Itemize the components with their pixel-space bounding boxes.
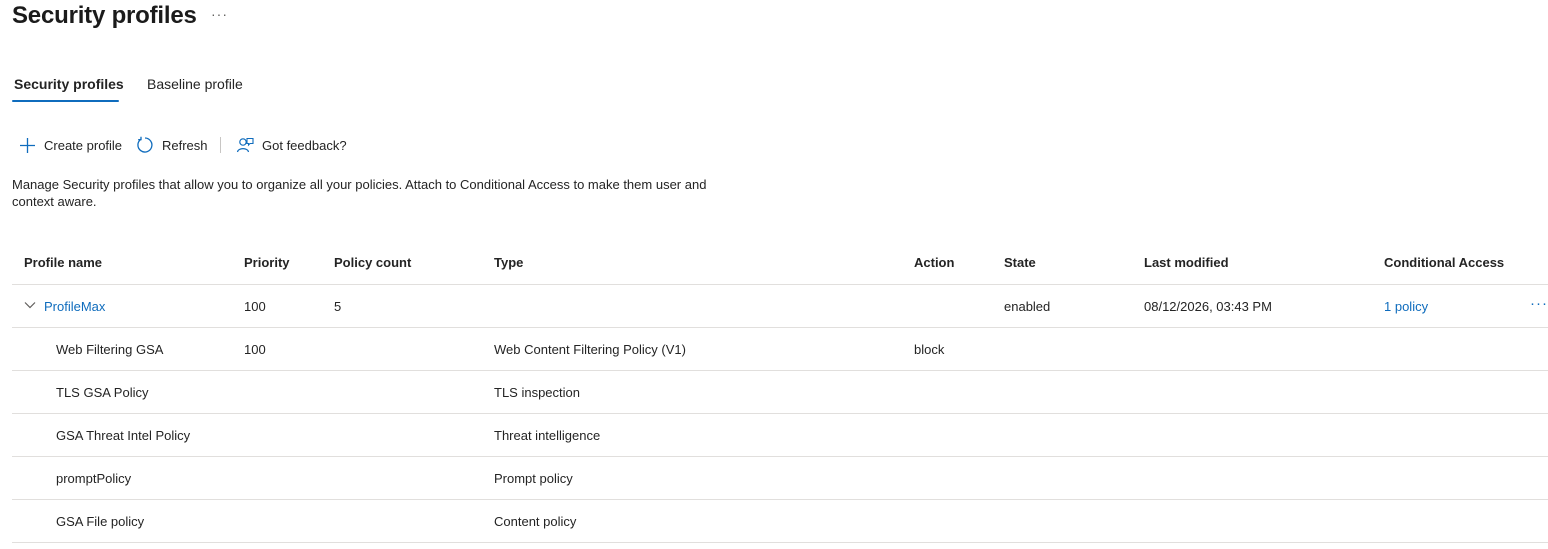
policy-row[interactable]: promptPolicy Prompt policy: [12, 457, 1548, 500]
col-action[interactable]: Action: [914, 255, 954, 270]
col-last-modified[interactable]: Last modified: [1144, 255, 1229, 270]
table-header-row: Profile name Priority Policy count Type …: [12, 241, 1548, 285]
feedback-label: Got feedback?: [262, 137, 347, 153]
col-policy-count[interactable]: Policy count: [334, 255, 411, 270]
page-title: Security profiles: [12, 2, 197, 29]
col-type[interactable]: Type: [494, 255, 523, 270]
col-state[interactable]: State: [1004, 255, 1036, 270]
refresh-label: Refresh: [162, 137, 208, 153]
col-profile-name[interactable]: Profile name: [24, 255, 102, 270]
profile-policy-count: 5: [334, 299, 342, 314]
policy-name: promptPolicy: [56, 471, 132, 486]
profiles-table: Profile name Priority Policy count Type …: [12, 241, 1548, 543]
profile-last-modified: 08/12/2026, 03:43 PM: [1144, 299, 1272, 314]
refresh-button[interactable]: Refresh: [136, 134, 208, 156]
create-profile-label: Create profile: [44, 137, 123, 153]
profile-state: enabled: [1004, 299, 1051, 314]
policy-type: Web Content Filtering Policy (V1): [494, 342, 686, 357]
col-priority[interactable]: Priority: [244, 255, 290, 270]
col-conditional-access[interactable]: Conditional Access: [1384, 255, 1504, 270]
feedback-person-icon: [236, 137, 254, 153]
policy-action: block: [914, 342, 945, 357]
profile-name-link[interactable]: ProfileMax: [44, 299, 105, 314]
policy-row[interactable]: GSA File policy Content policy: [12, 500, 1548, 543]
profile-priority: 100: [244, 299, 266, 314]
policy-priority: 100: [244, 342, 266, 357]
active-tab-indicator: [12, 100, 119, 102]
add-icon: [20, 137, 35, 153]
policy-row[interactable]: GSA Threat Intel Policy Threat intellige…: [12, 414, 1548, 457]
tab-baseline-profile[interactable]: Baseline profile: [147, 76, 243, 92]
create-profile-button[interactable]: Create profile: [19, 134, 122, 156]
policy-type: TLS inspection: [494, 385, 580, 400]
profile-row[interactable]: ProfileMax 100 5 enabled 08/12/2026, 03:…: [12, 285, 1548, 328]
more-options-icon[interactable]: ···: [211, 6, 228, 22]
page-description: Manage Security profiles that allow you …: [12, 177, 707, 209]
policy-type: Prompt policy: [494, 471, 573, 486]
policy-name: GSA Threat Intel Policy: [56, 428, 191, 443]
conditional-access-link[interactable]: 1 policy: [1384, 299, 1428, 314]
policy-type: Content policy: [494, 514, 577, 529]
policy-type: Threat intelligence: [494, 428, 601, 443]
policy-name: Web Filtering GSA: [56, 342, 164, 357]
chevron-down-icon[interactable]: [24, 301, 36, 309]
policy-row[interactable]: TLS GSA Policy TLS inspection: [12, 371, 1548, 414]
tab-security-profiles[interactable]: Security profiles: [14, 76, 124, 92]
policy-name: GSA File policy: [56, 514, 145, 529]
refresh-icon: [137, 136, 153, 153]
feedback-button[interactable]: Got feedback?: [236, 134, 347, 156]
security-profiles-page: Security profiles ··· Security profiles …: [0, 0, 1548, 549]
policy-name: TLS GSA Policy: [56, 385, 149, 400]
policy-row[interactable]: Web Filtering GSA 100 Web Content Filter…: [12, 328, 1548, 371]
toolbar-divider: [220, 137, 221, 153]
row-more-icon[interactable]: ···: [1530, 295, 1548, 312]
